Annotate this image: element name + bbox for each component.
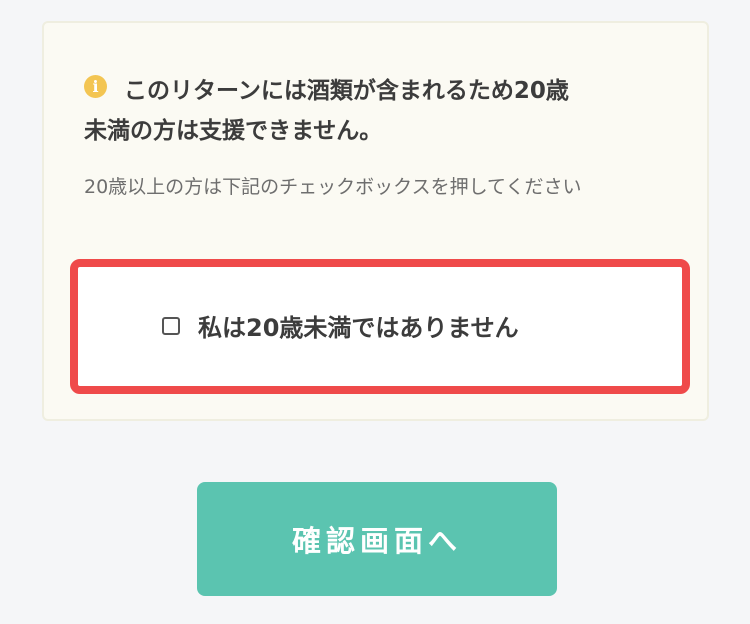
confirm-screen-button[interactable]: 確認画面へ xyxy=(197,482,557,596)
warning-line-1: このリターンには酒類が含まれるため20歳 xyxy=(124,78,569,104)
age-confirm-checkbox[interactable] xyxy=(162,316,180,335)
age-confirm-label[interactable]: 私は20歳未満ではありません xyxy=(162,308,519,343)
age-instruction-text: 20歳以上の方は下記のチェックボックスを押してください xyxy=(84,176,582,198)
age-notice-panel: i このリターンには酒類が含まれるため20歳未満の方は支援できません。 20歳以… xyxy=(42,21,709,421)
warning-line-2: 未満の方は支援できません。 xyxy=(84,118,383,144)
info-icon: i xyxy=(84,75,107,98)
age-warning-text: このリターンには酒類が含まれるため20歳未満の方は支援できません。 xyxy=(84,71,669,151)
warning-row: i このリターンには酒類が含まれるため20歳未満の方は支援できません。 xyxy=(84,71,669,151)
age-confirm-box: 私は20歳未満ではありません xyxy=(70,259,690,394)
age-confirm-text: 私は20歳未満ではありません xyxy=(198,314,519,342)
